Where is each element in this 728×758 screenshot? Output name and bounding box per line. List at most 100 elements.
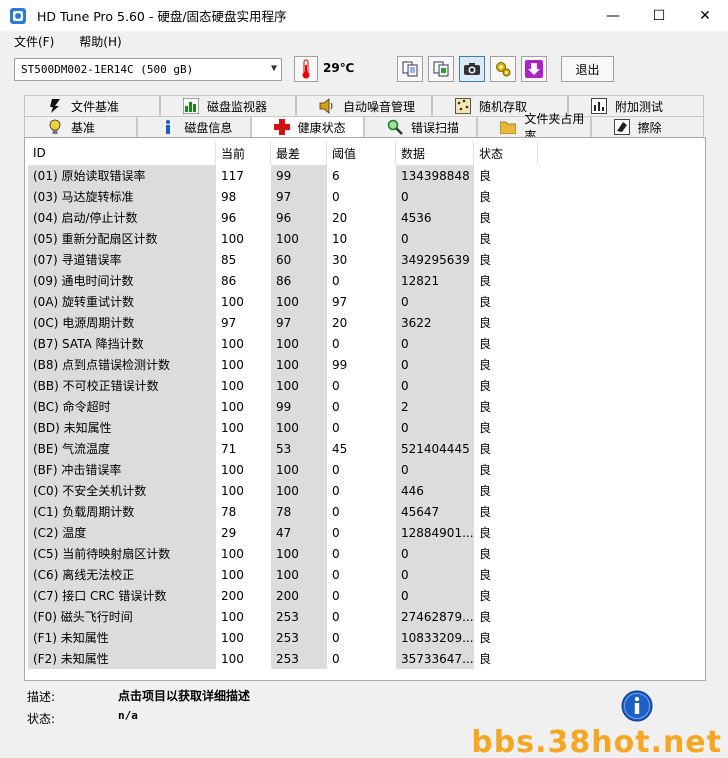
current-value: 100 [221, 546, 244, 561]
maximize-button[interactable]: ☐ [636, 0, 682, 31]
tab-folder-usage[interactable]: 文件夹占用率 [477, 112, 591, 143]
attribute-id: (03) 马达旋转标准 [28, 186, 216, 207]
table-row[interactable]: (BC) 命令超时 100 99 0 2 良 [28, 396, 538, 417]
title-bar: HD Tune Pro 5.60 - 硬盘/固态硬盘实用程序 — ☐ ✕ [0, 0, 728, 31]
table-row[interactable]: (F1) 未知属性 100 253 0 10833209... 良 [28, 627, 538, 648]
column-header-data[interactable]: 数据 [396, 141, 474, 165]
description-value: 点击项目以获取详细描述 [118, 689, 251, 703]
table-row[interactable]: (F0) 磁头飞行时间 100 253 0 27462879... 良 [28, 606, 538, 627]
copy-info-button[interactable] [397, 56, 423, 82]
drive-select[interactable]: ST500DM002-1ER14C (500 gB) ▼ [14, 58, 282, 81]
raw-data: 0 [396, 459, 474, 480]
table-row[interactable]: (C7) 接口 CRC 错误计数 200 200 0 0 良 [28, 585, 538, 606]
threshold-value: 97 [332, 294, 348, 309]
menu-help[interactable]: 帮助(H) [61, 33, 128, 50]
current-value: 100 [221, 357, 244, 372]
table-row[interactable]: (C6) 离线无法校正 100 100 0 0 良 [28, 564, 538, 585]
status-value: 良 [479, 358, 492, 372]
tab-error-scan[interactable]: 错误扫描 [363, 116, 478, 137]
column-header-status[interactable]: 状态 [474, 141, 538, 165]
status-value: 良 [479, 568, 492, 582]
gear-icon [496, 62, 511, 77]
tab-file-benchmark[interactable]: 文件基准 [24, 95, 160, 116]
extra-tests-icon [591, 98, 607, 114]
table-row[interactable]: (BB) 不可校正错误计数 100 100 0 0 良 [28, 375, 538, 396]
threshold-value: 0 [332, 630, 340, 645]
worst-value: 100 [271, 291, 327, 312]
raw-data: 446 [396, 480, 474, 501]
table-row[interactable]: (09) 通电时间计数 86 86 0 12821 良 [28, 270, 538, 291]
table-row[interactable]: (05) 重新分配扇区计数 100 100 10 0 良 [28, 228, 538, 249]
minimize-button[interactable]: — [590, 0, 636, 31]
current-value: 100 [221, 378, 244, 393]
current-value: 100 [221, 294, 244, 309]
column-header-threshold[interactable]: 阈值 [327, 141, 396, 165]
raw-data: 349295639 [396, 249, 474, 270]
table-row[interactable]: (BF) 冲击错误率 100 100 0 0 良 [28, 459, 538, 480]
current-value: 97 [221, 315, 237, 330]
table-row[interactable]: (F2) 未知属性 100 253 0 35733647... 良 [28, 648, 538, 669]
menu-file[interactable]: 文件(F) [0, 33, 61, 50]
table-row[interactable]: (04) 启动/停止计数 96 96 20 4536 良 [28, 207, 538, 228]
table-row[interactable]: (0A) 旋转重试计数 100 100 97 0 良 [28, 291, 538, 312]
table-row[interactable]: (0C) 电源周期计数 97 97 20 3622 良 [28, 312, 538, 333]
speaker-icon [319, 98, 335, 114]
threshold-value: 6 [332, 168, 340, 183]
column-header-worst[interactable]: 最差 [271, 141, 327, 165]
tab-label: 自动噪音管理 [343, 99, 416, 114]
current-value: 100 [221, 231, 244, 246]
table-row[interactable]: (07) 寻道错误率 85 60 30 349295639 良 [28, 249, 538, 270]
threshold-value: 0 [332, 399, 340, 414]
threshold-value: 20 [332, 210, 348, 225]
save-button[interactable] [521, 56, 547, 82]
tab-disk-info[interactable]: 磁盘信息 [137, 116, 251, 137]
exit-button[interactable]: 退出 [561, 56, 614, 82]
tab-health[interactable]: 健康状态 [250, 116, 364, 137]
threshold-value: 20 [332, 315, 348, 330]
status-value: 良 [479, 421, 492, 435]
table-body: (01) 原始读取错误率 117 99 6 134398848 良 (03) 马达旋转标准 9… [28, 165, 538, 669]
threshold-value: 10 [332, 231, 348, 246]
threshold-value: 0 [332, 567, 340, 582]
tab-disk-monitor[interactable]: 磁盘监视器 [160, 95, 296, 116]
options-button[interactable] [490, 56, 516, 82]
smart-attribute-list[interactable]: ID 当前 最差 阈值 数据 状态 (01) 原始读取错误率 117 99 6 1343… [24, 137, 706, 681]
copy-all-button[interactable] [428, 56, 454, 82]
tab-benchmark[interactable]: 基准 [24, 116, 138, 137]
attribute-id: (04) 启动/停止计数 [28, 207, 216, 228]
tab-aam[interactable]: 自动噪音管理 [296, 95, 432, 116]
threshold-value: 0 [332, 273, 340, 288]
table-row[interactable]: (C1) 负载周期计数 78 78 0 45647 良 [28, 501, 538, 522]
table-row[interactable]: (BD) 未知属性 100 100 0 0 良 [28, 417, 538, 438]
table-row[interactable]: (C5) 当前待映射扇区计数 100 100 0 0 良 [28, 543, 538, 564]
column-header-id[interactable]: ID [28, 141, 216, 165]
current-value: 117 [221, 168, 244, 183]
table-row[interactable]: (BE) 气流温度 71 53 45 521404445 良 [28, 438, 538, 459]
info-button-icon[interactable] [621, 690, 653, 722]
tab-erase[interactable]: 擦除 [590, 116, 704, 137]
status-value: 良 [479, 190, 492, 204]
column-header-current[interactable]: 当前 [216, 141, 271, 165]
screenshot-button[interactable] [459, 56, 485, 82]
raw-data: 0 [396, 291, 474, 312]
table-row[interactable]: (C2) 温度 29 47 0 12884901... 良 [28, 522, 538, 543]
worst-value: 97 [271, 186, 327, 207]
table-row[interactable]: (03) 马达旋转标准 98 97 0 0 良 [28, 186, 538, 207]
random-access-icon [455, 98, 471, 114]
watermark: bbs.38hot.net [471, 725, 722, 758]
worst-value: 253 [271, 606, 327, 627]
table-row[interactable]: (01) 原始读取错误率 117 99 6 134398848 良 [28, 165, 538, 186]
current-value: 100 [221, 651, 244, 666]
status-value: 良 [479, 379, 492, 393]
raw-data: 45647 [396, 501, 474, 522]
tab-label: 随机存取 [479, 99, 528, 114]
attribute-id: (B7) SATA 降挡计数 [28, 333, 216, 354]
worst-value: 78 [271, 501, 327, 522]
description-label: 描述: [27, 690, 56, 704]
table-row[interactable]: (B8) 点到点错误检测计数 100 100 99 0 良 [28, 354, 538, 375]
table-row[interactable]: (C0) 不安全关机计数 100 100 0 446 良 [28, 480, 538, 501]
threshold-value: 0 [332, 483, 340, 498]
table-row[interactable]: (B7) SATA 降挡计数 100 100 0 0 良 [28, 333, 538, 354]
status-value: 良 [479, 652, 492, 666]
close-button[interactable]: ✕ [682, 0, 728, 31]
